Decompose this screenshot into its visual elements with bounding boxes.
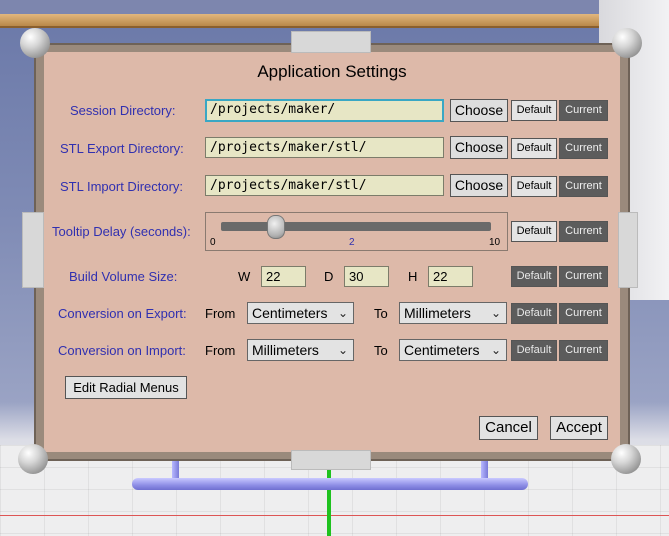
background-shelf: [0, 14, 610, 28]
x-axis-line: [0, 515, 669, 516]
tooltip-delay-slider-thumb[interactable]: [267, 215, 285, 239]
chevron-down-icon: ⌄: [490, 306, 501, 320]
tooltip-delay-current-button[interactable]: Current: [559, 221, 608, 242]
tooltip-delay-default-button[interactable]: Default: [511, 221, 557, 242]
corner-handle-top-left[interactable]: [20, 28, 50, 58]
stl-export-directory-label: STL Export Directory:: [60, 141, 184, 156]
conversion-export-from-select[interactable]: Centimeters ⌄: [247, 302, 354, 324]
slider-min-label: 0: [210, 237, 216, 248]
conversion-import-from-label: From: [205, 343, 236, 358]
corner-handle-top-right[interactable]: [612, 28, 642, 58]
conversion-export-to-value: Millimeters: [404, 305, 471, 321]
stl-import-directory-current-button[interactable]: Current: [559, 176, 608, 197]
conversion-export-current-button[interactable]: Current: [559, 303, 608, 324]
dialog-title: Application Settings: [257, 62, 407, 81]
corner-handle-bottom-right[interactable]: [611, 444, 641, 474]
conversion-import-to-label: To: [374, 343, 388, 358]
stl-import-directory-label: STL Import Directory:: [60, 179, 184, 194]
conversion-export-to-label: To: [374, 306, 388, 321]
build-volume-width-input[interactable]: 22: [261, 266, 306, 287]
conversion-export-from-value: Centimeters: [252, 305, 328, 321]
tooltip-delay-slider-track[interactable]: [221, 222, 491, 231]
session-directory-input[interactable]: /projects/maker/: [205, 99, 444, 122]
accept-button[interactable]: Accept: [550, 416, 608, 440]
cancel-button[interactable]: Cancel: [479, 416, 538, 440]
depth-label: D: [324, 269, 334, 284]
conversion-import-to-value: Centimeters: [404, 342, 480, 358]
edit-radial-menus-button[interactable]: Edit Radial Menus: [65, 376, 187, 399]
stl-export-directory-default-button[interactable]: Default: [511, 138, 557, 159]
bottom-move-handle[interactable]: [291, 450, 371, 470]
chevron-down-icon: ⌄: [337, 306, 348, 320]
session-directory-choose-button[interactable]: Choose: [450, 99, 508, 122]
stl-export-directory-choose-button[interactable]: Choose: [450, 136, 508, 159]
conversion-import-from-select[interactable]: Millimeters ⌄: [247, 339, 354, 361]
slider-value-label: 2: [349, 237, 355, 248]
stl-import-directory-input[interactable]: /projects/maker/stl/: [205, 175, 444, 196]
width-label: W: [238, 269, 251, 284]
session-directory-current-button[interactable]: Current: [559, 100, 608, 121]
build-volume-default-button[interactable]: Default: [511, 266, 557, 287]
stand-leg-right: [481, 458, 488, 480]
right-resize-handle[interactable]: [618, 212, 638, 288]
conversion-export-to-select[interactable]: Millimeters ⌄: [399, 302, 507, 324]
stl-import-directory-default-button[interactable]: Default: [511, 176, 557, 197]
tooltip-delay-slider-box: [205, 212, 508, 251]
conversion-import-current-button[interactable]: Current: [559, 340, 608, 361]
background-wall: [0, 0, 610, 14]
conversion-import-default-button[interactable]: Default: [511, 340, 557, 361]
stand-leg-left: [172, 458, 179, 480]
chevron-down-icon: ⌄: [490, 343, 501, 357]
tooltip-delay-label: Tooltip Delay (seconds):: [52, 224, 191, 239]
session-directory-default-button[interactable]: Default: [511, 100, 557, 121]
conversion-export-from-label: From: [205, 306, 236, 321]
stl-export-directory-input[interactable]: /projects/maker/stl/: [205, 137, 444, 158]
build-volume-current-button[interactable]: Current: [559, 266, 608, 287]
panel-stand: [132, 478, 528, 490]
session-directory-label: Session Directory:: [70, 103, 176, 118]
slider-max-label: 10: [489, 237, 501, 248]
build-volume-depth-input[interactable]: 30: [344, 266, 389, 287]
build-volume-height-input[interactable]: 22: [428, 266, 473, 287]
conversion-import-to-select[interactable]: Centimeters ⌄: [399, 339, 507, 361]
stl-export-directory-current-button[interactable]: Current: [559, 138, 608, 159]
stl-import-directory-choose-button[interactable]: Choose: [450, 174, 508, 197]
height-label: H: [408, 269, 418, 284]
build-volume-label: Build Volume Size:: [69, 269, 178, 284]
left-resize-handle[interactable]: [22, 212, 44, 288]
chevron-down-icon: ⌄: [337, 343, 348, 357]
corner-handle-bottom-left[interactable]: [18, 444, 48, 474]
conversion-export-default-button[interactable]: Default: [511, 303, 557, 324]
conversion-import-label: Conversion on Import:: [58, 343, 186, 358]
conversion-import-from-value: Millimeters: [252, 342, 319, 358]
conversion-export-label: Conversion on Export:: [58, 306, 187, 321]
top-move-handle[interactable]: [291, 31, 371, 53]
